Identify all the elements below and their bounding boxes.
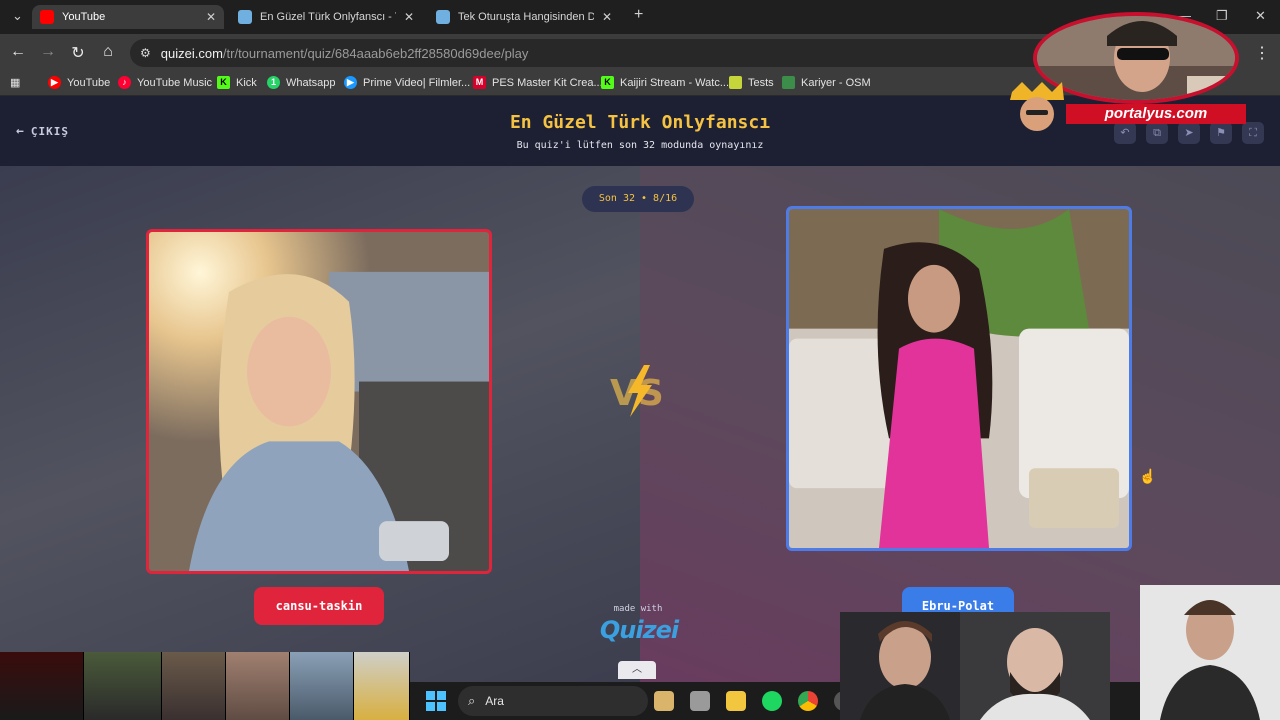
windows-start-icon[interactable] bbox=[426, 691, 446, 711]
quiz-subtitle: Bu quiz'i lütfen son 32 modunda oynayını… bbox=[516, 140, 764, 151]
round-indicator: Son 32 • 8/16 bbox=[582, 186, 694, 212]
bookmark-label: PES Master Kit Crea... bbox=[492, 76, 603, 89]
bookmark-kaijiri-stream[interactable]: K Kaijiri Stream - Watc... bbox=[601, 76, 729, 89]
apps-grid-icon[interactable]: ▦ bbox=[10, 76, 20, 89]
spotify-icon[interactable] bbox=[762, 691, 782, 711]
bookmark-label: Prime Video| Filmler... bbox=[363, 76, 471, 89]
prime-video-icon: ▶ bbox=[344, 76, 357, 89]
tab-youtube[interactable]: YouTube ✕ bbox=[32, 5, 224, 29]
bookmark-kick[interactable]: K Kick bbox=[217, 76, 257, 89]
undo-icon[interactable]: ↶ bbox=[1114, 122, 1136, 144]
chrome-icon[interactable] bbox=[798, 691, 818, 711]
youtube-music-icon: ♪ bbox=[118, 76, 131, 89]
home-icon[interactable]: ⌂ bbox=[98, 43, 118, 61]
webcam-feed bbox=[840, 612, 970, 720]
webcam-feed bbox=[1140, 585, 1280, 720]
vs-badge-icon: VS bbox=[610, 365, 664, 417]
url-host: quizei.com bbox=[160, 45, 223, 61]
bookmark-prime-video[interactable]: ▶ Prime Video| Filmler... bbox=[344, 76, 470, 89]
made-with-label: made with bbox=[613, 604, 663, 614]
guest-webcam-3 bbox=[1140, 585, 1280, 720]
pes-master-icon: M bbox=[473, 76, 486, 89]
fullscreen-icon[interactable]: ⛶ bbox=[1242, 122, 1264, 144]
file-explorer-icon[interactable] bbox=[726, 691, 746, 711]
left-contestant-name-button[interactable]: cansu-taskin bbox=[254, 587, 384, 625]
address-bar[interactable]: ⚙ quizei.com /tr/tournament/quiz/684aaab… bbox=[130, 39, 1060, 67]
bookmark-youtube[interactable]: ▶ YouTube bbox=[48, 76, 110, 89]
crown-avatar-icon bbox=[1010, 82, 1064, 131]
bookmark-whatsapp[interactable]: 1 Whatsapp bbox=[267, 76, 336, 89]
osm-icon bbox=[782, 76, 795, 89]
forward-icon[interactable]: → bbox=[38, 43, 58, 61]
tab-title: En Güzel Türk Onlyfanscı - Tier bbox=[260, 11, 396, 23]
youtube-icon: ▶ bbox=[48, 76, 61, 89]
url-path: /tr/tournament/quiz/684aaab6eb2ff28580d6… bbox=[222, 45, 529, 61]
bookmark-label: YouTube Music bbox=[137, 76, 213, 89]
widgets-icon[interactable] bbox=[654, 691, 674, 711]
search-label: Ara bbox=[485, 694, 504, 708]
tab-quiz-2[interactable]: Tek Oturuşta Hangisinden Daha ✕ bbox=[428, 5, 620, 29]
chevron-up-icon[interactable]: ︿ bbox=[618, 661, 656, 679]
quizei-favicon-icon bbox=[238, 10, 252, 24]
right-contestant-card[interactable] bbox=[786, 206, 1132, 551]
bookmark-label: YouTube bbox=[67, 76, 111, 89]
guest-webcam-1 bbox=[840, 612, 970, 720]
search-icon: ⌕ bbox=[468, 693, 476, 708]
bookmark-label: Kariyer - OSM bbox=[801, 76, 871, 89]
bookmark-pes-master[interactable]: M PES Master Kit Crea... bbox=[473, 76, 603, 89]
thumbnail[interactable] bbox=[84, 652, 162, 720]
bookmark-tests[interactable]: Tests bbox=[729, 76, 774, 89]
back-icon[interactable]: ← bbox=[8, 43, 28, 61]
tab-title: YouTube bbox=[62, 11, 106, 23]
close-tab-icon[interactable]: ✕ bbox=[404, 10, 414, 24]
bookmark-label: Kick bbox=[236, 76, 257, 89]
left-contestant-card[interactable] bbox=[146, 229, 492, 574]
send-icon[interactable]: ➤ bbox=[1178, 122, 1200, 144]
right-contestant-photo bbox=[789, 209, 1129, 548]
kick-icon: K bbox=[217, 76, 230, 89]
tab-quiz[interactable]: En Güzel Türk Onlyfanscı - Tier ✕ bbox=[230, 5, 422, 29]
restore-icon[interactable]: ❐ bbox=[1216, 8, 1228, 24]
quizei-favicon-icon bbox=[436, 10, 450, 24]
task-view-icon[interactable] bbox=[690, 691, 710, 711]
taskbar-search[interactable]: ⌕ Ara bbox=[458, 686, 648, 716]
video-thumbnail-strip bbox=[0, 652, 410, 720]
bookmark-label: Tests bbox=[748, 76, 774, 89]
reload-icon[interactable]: ↻ bbox=[68, 43, 88, 63]
close-window-icon[interactable]: ✕ bbox=[1255, 8, 1266, 24]
left-contestant-photo bbox=[149, 232, 489, 571]
portalyus-banner: portalyus.com bbox=[1066, 104, 1246, 124]
whatsapp-icon: 1 bbox=[267, 76, 280, 89]
bookmark-label: Whatsapp bbox=[286, 76, 336, 89]
bookmark-youtube-music[interactable]: ♪ YouTube Music bbox=[118, 76, 212, 89]
thumbnail[interactable] bbox=[0, 652, 84, 720]
share-icon[interactable]: ⧉ bbox=[1146, 122, 1168, 144]
kick-icon: K bbox=[601, 76, 614, 89]
youtube-favicon-icon bbox=[40, 10, 54, 24]
webcam-feed bbox=[960, 612, 1110, 720]
thumbnail[interactable] bbox=[226, 652, 290, 720]
mouse-cursor-icon: ☝ bbox=[1139, 468, 1157, 484]
close-tab-icon[interactable]: ✕ bbox=[602, 10, 612, 24]
close-tab-icon[interactable]: ✕ bbox=[206, 10, 216, 24]
new-tab-button[interactable]: + bbox=[634, 6, 643, 24]
thumbnail[interactable] bbox=[354, 652, 410, 720]
site-info-icon[interactable]: ⚙ bbox=[140, 46, 151, 60]
flag-icon[interactable]: ⚑ bbox=[1210, 122, 1232, 144]
bookmark-kariyer-osm[interactable]: Kariyer - OSM bbox=[782, 76, 871, 89]
menu-icon[interactable]: ⋮ bbox=[1252, 43, 1272, 63]
thumbnail[interactable] bbox=[290, 652, 354, 720]
bookmark-label: Kaijiri Stream - Watc... bbox=[620, 76, 729, 89]
tab-title: Tek Oturuşta Hangisinden Daha bbox=[458, 11, 594, 23]
thumbnail[interactable] bbox=[162, 652, 226, 720]
tab-search-icon[interactable]: ⌄ bbox=[12, 8, 23, 24]
quizei-logo[interactable]: Quizei bbox=[594, 616, 684, 644]
tests-icon bbox=[729, 76, 742, 89]
guest-webcam-2 bbox=[960, 612, 1110, 720]
